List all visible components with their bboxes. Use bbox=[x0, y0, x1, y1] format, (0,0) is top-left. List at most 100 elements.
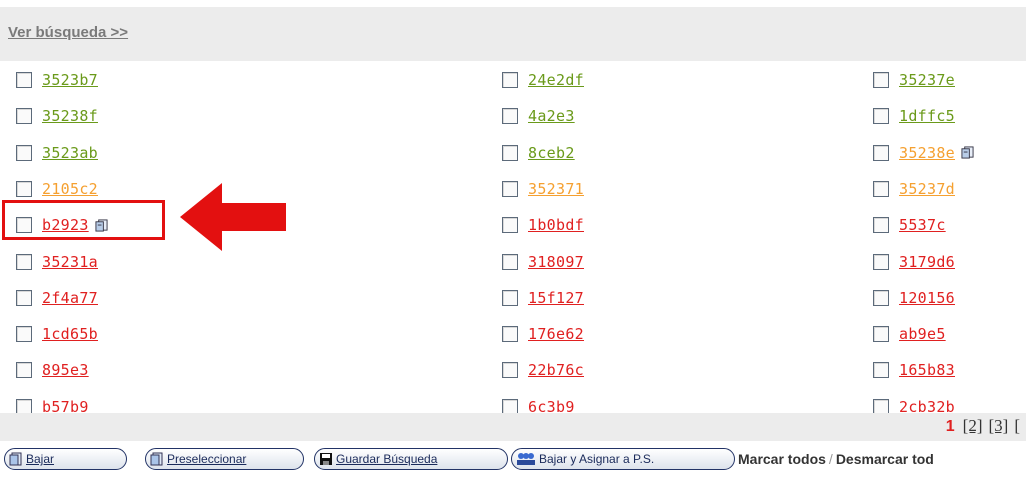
select-checkbox[interactable] bbox=[873, 253, 889, 270]
select-checkbox[interactable] bbox=[873, 217, 889, 234]
select-checkbox[interactable] bbox=[502, 72, 518, 88]
select-checkbox[interactable] bbox=[16, 253, 32, 270]
page-link-2[interactable]: [2] bbox=[963, 416, 983, 435]
result-code-link[interactable]: 2f4a77 bbox=[42, 289, 98, 307]
result-code-link[interactable]: 35237d bbox=[899, 180, 955, 198]
select-checkbox[interactable] bbox=[873, 362, 889, 379]
result-code-link[interactable]: 318097 bbox=[528, 253, 584, 271]
select-checkbox[interactable] bbox=[873, 180, 889, 197]
download-assign-button-label: Bajar y Asignar a P.S. bbox=[539, 452, 655, 466]
result-item: 3523b7 bbox=[16, 65, 98, 95]
result-code-link[interactable]: 120156 bbox=[899, 289, 955, 307]
select-checkbox[interactable] bbox=[873, 326, 889, 343]
result-code-link[interactable]: 22b76c bbox=[528, 361, 584, 379]
select-checkbox[interactable] bbox=[16, 72, 32, 88]
select-checkbox[interactable] bbox=[873, 144, 889, 161]
select-checkbox[interactable] bbox=[16, 180, 32, 197]
result-item: 352371 bbox=[502, 174, 584, 204]
pointer-arrow-icon bbox=[180, 183, 286, 251]
result-item: 165b83 bbox=[873, 355, 955, 385]
document-icon bbox=[150, 452, 163, 466]
document-icon[interactable] bbox=[961, 146, 974, 159]
select-checkbox[interactable] bbox=[16, 289, 32, 306]
result-item: 176e62 bbox=[502, 319, 584, 349]
result-item: ab9e5 bbox=[873, 319, 946, 349]
download-button-label: Bajar bbox=[26, 452, 55, 466]
result-item: 3179d6 bbox=[873, 247, 955, 277]
deselect-all-link[interactable]: Desmarcar tod bbox=[836, 451, 934, 467]
pagination-bar: 1 [2] [3] [ bbox=[0, 413, 1026, 441]
result-item: 1dffc5 bbox=[873, 101, 955, 131]
people-icon bbox=[517, 453, 535, 465]
page-current: 1 bbox=[945, 418, 955, 435]
select-checkbox[interactable] bbox=[16, 362, 32, 379]
result-code-link[interactable]: 1dffc5 bbox=[899, 107, 955, 125]
result-item: 24e2df bbox=[502, 65, 584, 95]
select-checkbox[interactable] bbox=[16, 108, 32, 125]
select-checkbox[interactable] bbox=[16, 144, 32, 161]
highlight-box bbox=[2, 200, 165, 240]
select-all-link[interactable]: Marcar todos bbox=[738, 451, 826, 467]
select-checkbox[interactable] bbox=[873, 108, 889, 125]
save-search-button[interactable]: Guardar Búsqueda bbox=[314, 448, 508, 470]
result-item: 3523ab bbox=[16, 138, 98, 168]
result-code-link[interactable]: 165b83 bbox=[899, 361, 955, 379]
select-checkbox[interactable] bbox=[502, 362, 518, 379]
separator: / bbox=[828, 451, 833, 467]
preselect-button[interactable]: Preseleccionar bbox=[145, 448, 304, 470]
result-code-link[interactable]: 4a2e3 bbox=[528, 107, 575, 125]
result-code-link[interactable]: 3523b7 bbox=[42, 71, 98, 89]
pagination: 1 [2] [3] [ bbox=[946, 416, 1026, 436]
result-code-link[interactable]: 3179d6 bbox=[899, 253, 955, 271]
result-item: 1cd65b bbox=[16, 319, 98, 349]
result-code-link[interactable]: 3523ab bbox=[42, 144, 98, 162]
result-code-link[interactable]: 2105c2 bbox=[42, 180, 98, 198]
result-item: 1b0bdf bbox=[502, 210, 584, 240]
result-item: 4a2e3 bbox=[502, 101, 575, 131]
result-code-link[interactable]: ab9e5 bbox=[899, 325, 946, 343]
result-code-link[interactable]: 24e2df bbox=[528, 71, 584, 89]
document-icon bbox=[9, 452, 22, 466]
select-checkbox[interactable] bbox=[873, 289, 889, 306]
result-code-link[interactable]: 8ceb2 bbox=[528, 144, 575, 162]
select-checkbox[interactable] bbox=[16, 326, 32, 343]
result-item: 8ceb2 bbox=[502, 138, 575, 168]
select-checkbox[interactable] bbox=[502, 253, 518, 270]
result-code-link[interactable]: 1cd65b bbox=[42, 325, 98, 343]
result-item: 15f127 bbox=[502, 283, 584, 313]
select-checkbox[interactable] bbox=[873, 72, 889, 88]
preselect-button-label: Preseleccionar bbox=[167, 452, 247, 466]
select-checkbox[interactable] bbox=[502, 144, 518, 161]
result-code-link[interactable]: 15f127 bbox=[528, 289, 584, 307]
action-toolbar: Bajar Preseleccionar Guardar Búsqueda Ba… bbox=[0, 448, 1026, 474]
result-code-link[interactable]: 35237e bbox=[899, 71, 955, 89]
result-code-link[interactable]: 352371 bbox=[528, 180, 584, 198]
select-checkbox[interactable] bbox=[502, 108, 518, 125]
result-code-link[interactable]: 35238e bbox=[899, 144, 955, 162]
select-checkbox[interactable] bbox=[502, 326, 518, 343]
download-assign-button[interactable]: Bajar y Asignar a P.S. bbox=[511, 448, 735, 470]
result-code-link[interactable]: 35231a bbox=[42, 253, 98, 271]
result-item: 895e3 bbox=[16, 355, 89, 385]
page-link-3[interactable]: [3] bbox=[989, 416, 1009, 435]
view-search-link[interactable]: Ver búsqueda >> bbox=[8, 24, 128, 41]
result-item: 35238e bbox=[873, 138, 974, 168]
select-checkbox[interactable] bbox=[502, 289, 518, 306]
result-item: 120156 bbox=[873, 283, 955, 313]
result-item: 318097 bbox=[502, 247, 584, 277]
result-code-link[interactable]: 1b0bdf bbox=[528, 216, 584, 234]
result-code-link[interactable]: 35238f bbox=[42, 107, 98, 125]
result-code-link[interactable]: 5537c bbox=[899, 216, 946, 234]
select-checkbox[interactable] bbox=[502, 180, 518, 197]
select-checkbox[interactable] bbox=[502, 217, 518, 234]
download-button[interactable]: Bajar bbox=[4, 448, 127, 470]
result-item: 35237d bbox=[873, 174, 955, 204]
save-search-button-label: Guardar Búsqueda bbox=[336, 452, 438, 466]
result-code-link[interactable]: 895e3 bbox=[42, 361, 89, 379]
result-code-link[interactable]: 176e62 bbox=[528, 325, 584, 343]
page-link-4[interactable]: [ bbox=[1014, 416, 1020, 435]
floppy-disk-icon bbox=[320, 453, 332, 465]
results-header-bar bbox=[0, 7, 1026, 61]
result-item: 5537c bbox=[873, 210, 946, 240]
result-item: 22b76c bbox=[502, 355, 584, 385]
